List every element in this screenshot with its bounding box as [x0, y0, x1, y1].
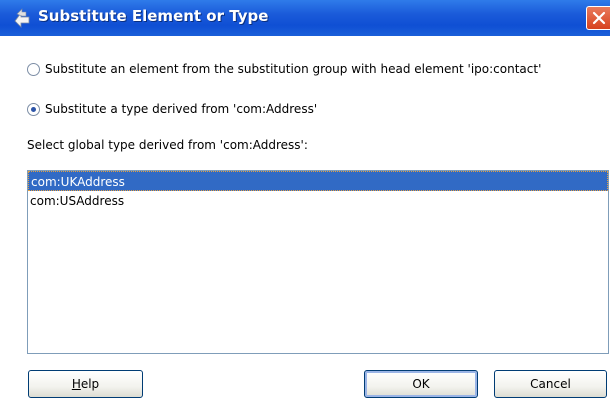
ok-label: OK — [412, 377, 430, 391]
help-mnemonic: H — [71, 377, 81, 391]
help-label: elp — [80, 377, 100, 391]
ok-button[interactable]: OK — [364, 370, 478, 398]
global-type-label: Select global type derived from 'com:Add… — [27, 138, 308, 152]
substitute-element-label: Substitute an element from the substitut… — [45, 62, 542, 76]
global-type-list[interactable]: com:UKAddress com:USAddress — [27, 170, 609, 354]
substitute-type-option[interactable]: Substitute a type derived from 'com:Addr… — [27, 102, 317, 116]
close-button[interactable] — [586, 6, 610, 30]
substitute-element-radio[interactable] — [27, 62, 40, 76]
jdev-substitute-icon — [12, 8, 32, 28]
list-item[interactable]: com:USAddress — [28, 191, 608, 211]
dialog-title: Substitute Element or Type — [38, 7, 269, 25]
title-bar[interactable]: Substitute Element or Type — [0, 0, 610, 36]
help-button[interactable]: Help — [28, 370, 143, 398]
cancel-button[interactable]: Cancel — [494, 370, 607, 398]
close-icon — [592, 11, 606, 25]
substitute-type-label: Substitute a type derived from 'com:Addr… — [45, 102, 318, 116]
substitute-type-radio[interactable] — [27, 102, 40, 116]
cancel-label: Cancel — [530, 377, 571, 391]
dialog-content: Substitute an element from the substitut… — [0, 36, 610, 406]
list-item[interactable]: com:UKAddress — [28, 171, 608, 191]
substitute-element-option[interactable]: Substitute an element from the substitut… — [27, 62, 541, 76]
